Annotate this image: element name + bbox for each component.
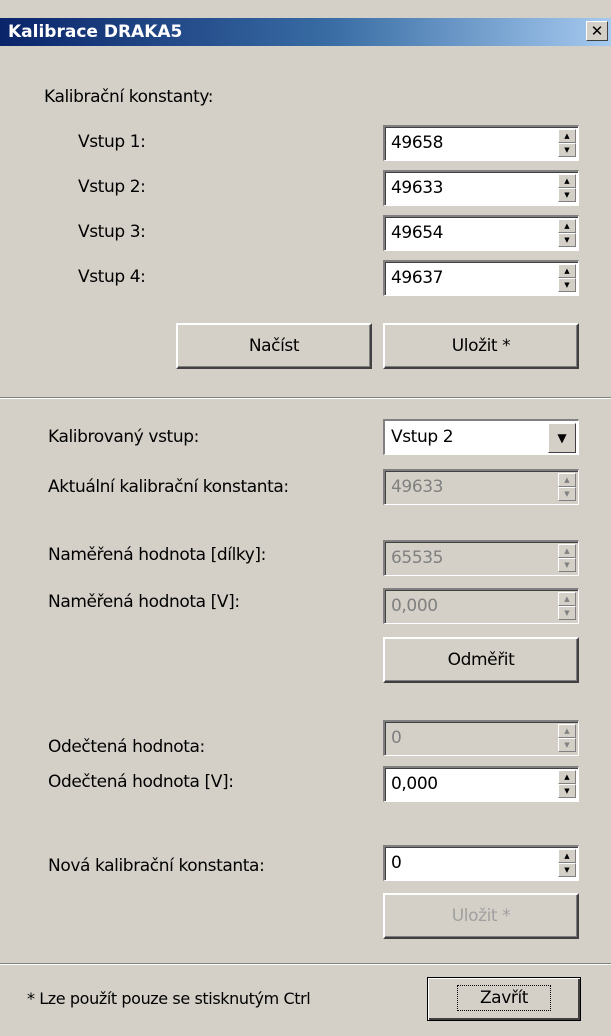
input-3-label: Vstup 3: bbox=[78, 222, 146, 242]
measure-button[interactable]: Odměřit bbox=[383, 637, 579, 683]
input-1-constant-value[interactable]: 49658 bbox=[391, 133, 443, 153]
calibration-dialog: Kalibrace DRAKA5 ✕ Kalibrační konstanty:… bbox=[0, 0, 611, 1036]
footer-divider bbox=[0, 963, 611, 965]
spin-down-icon[interactable]: ▼ bbox=[558, 278, 576, 292]
input-4-constant-spinner[interactable]: 49637 ▲ ▼ bbox=[383, 260, 579, 296]
title-bar[interactable]: Kalibrace DRAKA5 ✕ bbox=[0, 18, 611, 46]
input-4-constant-value[interactable]: 49637 bbox=[391, 268, 443, 288]
spin-down-icon[interactable]: ▼ bbox=[558, 143, 576, 157]
input-2-constant-spinner[interactable]: 49633 ▲ ▼ bbox=[383, 170, 579, 206]
window-title: Kalibrace DRAKA5 bbox=[8, 22, 183, 42]
spin-down-icon[interactable]: ▼ bbox=[558, 863, 576, 877]
save-new-constant-button: Uložit * bbox=[383, 893, 579, 939]
load-button[interactable]: Načíst bbox=[176, 323, 372, 369]
input-2-constant-value[interactable]: 49633 bbox=[391, 178, 443, 198]
input-4-label: Vstup 4: bbox=[78, 267, 146, 287]
input-1-label: Vstup 1: bbox=[78, 132, 146, 152]
new-constant-spinner[interactable]: 0 ▲ ▼ bbox=[383, 845, 579, 881]
spin-up-icon: ▲ bbox=[558, 592, 576, 606]
spin-down-icon[interactable]: ▼ bbox=[558, 784, 576, 798]
current-constant-value: 49633 bbox=[391, 477, 444, 497]
calibrated-input-value[interactable]: Vstup 2 bbox=[391, 427, 454, 447]
spin-up-icon[interactable]: ▲ bbox=[558, 770, 576, 784]
spin-up-icon: ▲ bbox=[558, 724, 576, 738]
spin-down-icon: ▼ bbox=[558, 738, 576, 752]
read-value-spinner: 0 ▲ ▼ bbox=[383, 720, 579, 756]
spin-down-icon: ▼ bbox=[558, 558, 576, 572]
read-volts-value[interactable]: 0,000 bbox=[391, 774, 438, 794]
input-3-constant-value[interactable]: 49654 bbox=[391, 223, 443, 243]
read-value-label: Odečtená hodnota: bbox=[48, 737, 205, 757]
constants-heading: Kalibrační konstanty: bbox=[44, 87, 214, 107]
read-volts-spinner[interactable]: 0,000 ▲ ▼ bbox=[383, 766, 579, 802]
calibrated-input-label: Kalibrovaný vstup: bbox=[48, 427, 199, 447]
measured-units-spinner: 65535 ▲ ▼ bbox=[383, 540, 579, 576]
dropdown-arrow-icon[interactable]: ▼ bbox=[548, 423, 576, 453]
current-constant-spinner: 49633 ▲ ▼ bbox=[383, 469, 579, 505]
close-button[interactable]: Zavřít bbox=[427, 977, 581, 1021]
measured-volts-label: Naměřená hodnota [V]: bbox=[48, 592, 240, 612]
spin-up-icon[interactable]: ▲ bbox=[558, 129, 576, 143]
spin-up-icon: ▲ bbox=[558, 473, 576, 487]
close-window-button[interactable]: ✕ bbox=[586, 21, 608, 41]
measured-volts-spinner: 0,000 ▲ ▼ bbox=[383, 588, 579, 624]
save-constants-button[interactable]: Uložit * bbox=[383, 323, 579, 369]
read-value-value: 0 bbox=[391, 728, 402, 748]
spin-down-icon[interactable]: ▼ bbox=[558, 188, 576, 202]
spin-up-icon[interactable]: ▲ bbox=[558, 174, 576, 188]
section-divider bbox=[0, 397, 611, 399]
ctrl-hint-note: * Lze použít pouze se stisknutým Ctrl bbox=[27, 989, 311, 1008]
spin-down-icon[interactable]: ▼ bbox=[558, 233, 576, 247]
new-constant-label: Nová kalibrační konstanta: bbox=[48, 856, 265, 876]
measured-volts-value: 0,000 bbox=[391, 596, 438, 616]
spin-up-icon: ▲ bbox=[558, 544, 576, 558]
input-1-constant-spinner[interactable]: 49658 ▲ ▼ bbox=[383, 125, 579, 161]
new-constant-value[interactable]: 0 bbox=[391, 853, 402, 873]
spin-up-icon[interactable]: ▲ bbox=[558, 219, 576, 233]
measured-units-value: 65535 bbox=[391, 548, 444, 568]
input-3-constant-spinner[interactable]: 49654 ▲ ▼ bbox=[383, 215, 579, 251]
input-2-label: Vstup 2: bbox=[78, 177, 146, 197]
measured-units-label: Naměřená hodnota [dílky]: bbox=[48, 545, 266, 565]
read-volts-label: Odečtená hodnota [V]: bbox=[48, 772, 234, 792]
close-button-label: Zavřít bbox=[456, 985, 552, 1011]
spin-down-icon: ▼ bbox=[558, 606, 576, 620]
spin-up-icon[interactable]: ▲ bbox=[558, 849, 576, 863]
calibrated-input-select[interactable]: Vstup 2 ▼ bbox=[383, 419, 579, 455]
spin-down-icon: ▼ bbox=[558, 487, 576, 501]
current-constant-label: Aktuální kalibrační konstanta: bbox=[48, 477, 289, 497]
spin-up-icon[interactable]: ▲ bbox=[558, 264, 576, 278]
